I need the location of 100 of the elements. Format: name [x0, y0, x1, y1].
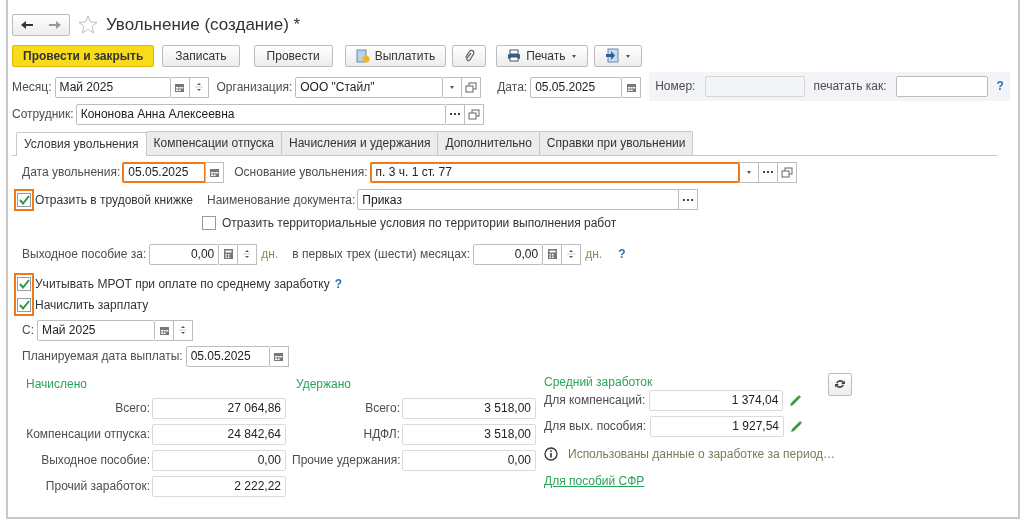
checkbox[interactable] — [202, 215, 216, 230]
field-label: Месяц: — [12, 79, 52, 96]
tab[interactable]: Компенсации отпуска — [145, 130, 283, 155]
tab[interactable]: Условия увольнения — [16, 131, 147, 156]
edit-button[interactable] — [789, 393, 803, 407]
unit-label: дн. — [261, 246, 279, 263]
calendar-button[interactable] — [622, 76, 642, 98]
amount-field[interactable]: 3 518,00 — [402, 423, 536, 445]
field-label: Наименование документа: — [206, 191, 356, 209]
date-field[interactable]: 05.05.2025 — [530, 76, 623, 98]
section-title: Средний заработок — [544, 374, 653, 391]
tab[interactable]: Начисления и удержания — [281, 130, 439, 155]
calendar-button[interactable] — [269, 345, 289, 367]
spin-arrows-icon — [179, 324, 187, 336]
field-label: Всего: — [114, 400, 150, 417]
help-link[interactable]: ? — [334, 274, 342, 293]
dismissal-reason-field[interactable]: п. 3 ч. 1 ст. 77 — [369, 161, 740, 183]
spin-arrows-icon — [194, 81, 203, 93]
export-button[interactable] — [593, 44, 642, 67]
field-label: НДФЛ: — [362, 426, 400, 443]
amount-field[interactable]: 27 064,86 — [152, 397, 286, 419]
calendar-icon — [273, 350, 285, 362]
open-window-icon — [467, 108, 480, 120]
toolbar-button[interactable]: Провести — [253, 44, 333, 67]
info-icon — [544, 446, 558, 461]
amount-field[interactable]: 3 518,00 — [402, 397, 536, 419]
toolbar-button[interactable]: Записать — [162, 44, 240, 67]
calculator-button[interactable] — [219, 243, 239, 265]
tab[interactable]: Справки при увольнении — [538, 130, 694, 155]
forward-arrow-icon — [48, 19, 62, 30]
open-button[interactable] — [462, 76, 482, 98]
month-field[interactable]: Май 2025 — [54, 76, 171, 98]
star-icon[interactable] — [78, 15, 98, 35]
organization-field[interactable]: ООО "Стайл" — [295, 76, 444, 98]
attach-button[interactable] — [452, 44, 487, 67]
open-window-icon — [465, 81, 478, 93]
calculator-button[interactable] — [543, 243, 563, 265]
calendar-icon — [209, 166, 221, 178]
tab[interactable]: Дополнительно — [437, 130, 540, 155]
spin-button[interactable] — [238, 243, 258, 265]
dismissal-date-field[interactable]: 05.05.2025 — [122, 161, 207, 183]
amount-field[interactable]: 0,00 — [152, 449, 286, 471]
field-label: Прочий заработок: — [44, 478, 150, 495]
spin-button[interactable] — [562, 243, 582, 265]
spin-button[interactable] — [189, 76, 209, 98]
amount-field[interactable]: 1 927,54 — [650, 415, 785, 437]
document-coin-icon — [355, 48, 370, 63]
edit-button[interactable] — [790, 419, 804, 433]
field-label: Для вых. пособия: — [544, 418, 647, 435]
choose-button[interactable] — [678, 189, 699, 210]
field-label: Дата: — [497, 79, 528, 96]
amount-field[interactable]: 24 842,64 — [152, 423, 286, 445]
document-name-field[interactable]: Приказ — [357, 189, 680, 210]
field-label: в первых трех (шести) месяцах: — [292, 246, 471, 263]
calendar-icon — [625, 81, 637, 93]
help-link[interactable]: ? — [996, 77, 1004, 95]
checkbox[interactable] — [17, 276, 31, 291]
field-label: С: — [22, 322, 34, 339]
caret-icon — [449, 84, 456, 90]
calendar-button[interactable] — [205, 161, 225, 183]
calculator-icon — [222, 248, 234, 260]
checkbox-label: Отразить территориальные условия по территории выполнения работ — [222, 214, 617, 232]
employee-field[interactable]: Кононова Анна Алексеевна — [75, 103, 446, 125]
field-label: Планируемая дата выплаты: — [22, 348, 183, 365]
checkbox-label: Начислить зарплату — [35, 296, 149, 314]
checkbox-label: Отразить в трудовой книжке — [35, 191, 193, 209]
checkbox[interactable] — [17, 297, 31, 312]
refresh-button[interactable] — [828, 372, 853, 396]
pay-button[interactable]: Выплатить — [344, 44, 447, 67]
amount-field[interactable]: 2 222,22 — [152, 475, 286, 497]
severance-days-field[interactable]: 0,00 — [149, 243, 220, 265]
unit-label: дн. — [585, 246, 603, 263]
choose-button[interactable] — [758, 161, 778, 183]
field-label: Прочие удержания: — [292, 452, 400, 469]
printer-icon — [507, 49, 522, 62]
amount-field[interactable]: 1 374,04 — [649, 389, 784, 411]
amount-field[interactable]: 0,00 — [402, 449, 536, 471]
field-label: Организация: — [216, 79, 293, 96]
print-as-field[interactable] — [896, 75, 989, 97]
field-label: печатать как: — [813, 78, 887, 95]
calendar-button[interactable] — [170, 76, 190, 98]
field-label: Компенсации отпуска: — [25, 426, 150, 443]
field-label: Выходное пособие за: — [22, 246, 147, 263]
first-months-days-field[interactable]: 0,00 — [473, 243, 544, 265]
dropdown-button[interactable] — [443, 76, 463, 98]
choose-button[interactable] — [445, 103, 465, 125]
section-title: Удержано — [296, 375, 353, 393]
info-text: Использованы данные о заработке за период… — [568, 445, 836, 463]
field-label: Всего: — [364, 400, 400, 417]
post-close-button[interactable]: Провести и закрыть — [12, 44, 155, 67]
calendar-icon — [158, 324, 170, 336]
from-month-field[interactable]: Май 2025 — [37, 319, 155, 341]
calendar-button[interactable] — [155, 319, 174, 341]
payment-date-field[interactable]: 05.05.2025 — [185, 345, 270, 367]
print-button[interactable]: Печать — [496, 44, 588, 67]
back-arrow-icon — [20, 19, 34, 30]
field-label: Дата увольнения: — [22, 164, 121, 181]
spin-button[interactable] — [174, 319, 193, 341]
open-window-icon — [780, 166, 793, 178]
help-link[interactable]: ? — [618, 245, 626, 263]
